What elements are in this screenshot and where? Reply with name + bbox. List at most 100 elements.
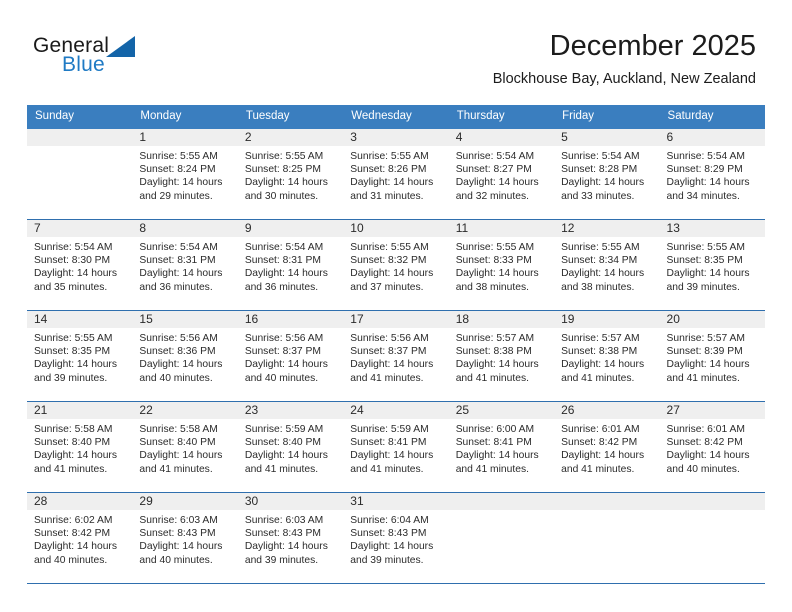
calendar-day-cell[interactable]: 29 Sunrise: 6:03 AM Sunset: 8:43 PM Dayligh… xyxy=(132,492,238,584)
day-number: 13 xyxy=(659,220,765,237)
calendar-day-cell[interactable]: 5 Sunrise: 5:54 AM Sunset: 8:28 PM Daylight… xyxy=(554,129,660,220)
sunset-text: Sunset: 8:32 PM xyxy=(350,255,427,267)
calendar-day-cell[interactable]: 20 Sunrise: 5:57 AM Sunset: 8:39 PM Dayligh… xyxy=(659,310,765,402)
calendar-day-cell[interactable]: 25 Sunrise: 6:00 AM Sunset: 8:41 PM Dayligh… xyxy=(448,401,555,493)
daylight-text: Daylight: 14 hours and 35 minutes. xyxy=(34,268,117,293)
day-details: Sunrise: 5:57 AM Sunset: 8:39 PM Daylight:… xyxy=(660,328,765,385)
sunset-text: Sunset: 8:34 PM xyxy=(561,255,638,267)
calendar-day-cell[interactable]: 8 Sunrise: 5:54 AM Sunset: 8:31 PM Daylight… xyxy=(132,219,238,311)
calendar-day-cell[interactable]: 2 Sunrise: 5:55 AM Sunset: 8:25 PM Daylight… xyxy=(237,129,344,220)
calendar-day-cell[interactable]: 9 Sunrise: 5:54 AM Sunset: 8:31 PM Daylight… xyxy=(237,219,344,311)
calendar-day-cell[interactable]: 28 Sunrise: 6:02 AM Sunset: 8:42 PM Dayligh… xyxy=(27,492,133,584)
day-details: Sunrise: 5:55 AM Sunset: 8:33 PM Daylight:… xyxy=(449,237,554,294)
calendar-day-cell[interactable]: 13 Sunrise: 5:55 AM Sunset: 8:35 PM Dayligh… xyxy=(659,219,765,311)
daylight-text: Daylight: 14 hours and 41 minutes. xyxy=(350,450,434,475)
day-number: 30 xyxy=(237,493,344,510)
sunset-text: Sunset: 8:36 PM xyxy=(139,346,216,358)
sunrise-text: Sunrise: 5:54 AM xyxy=(455,151,535,162)
calendar-day-cell[interactable]: 18 Sunrise: 5:57 AM Sunset: 8:38 PM Dayligh… xyxy=(448,310,555,402)
calendar-day-cell[interactable]: 19 Sunrise: 5:57 AM Sunset: 8:38 PM Dayligh… xyxy=(554,310,660,402)
day-number: 26 xyxy=(554,402,660,419)
calendar-day-cell[interactable]: 14 Sunrise: 5:55 AM Sunset: 8:35 PM Dayligh… xyxy=(27,310,133,402)
day-cell-inner: 14 Sunrise: 5:55 AM Sunset: 8:35 PM Dayligh… xyxy=(27,311,133,399)
day-number: 31 xyxy=(343,493,449,510)
daylight-text: Daylight: 14 hours and 41 minutes. xyxy=(666,359,750,384)
day-details: Sunrise: 6:00 AM Sunset: 8:41 PM Daylight:… xyxy=(449,419,554,476)
daylight-text: Daylight: 14 hours and 40 minutes. xyxy=(244,359,328,384)
daylight-text: Daylight: 14 hours and 40 minutes. xyxy=(139,359,223,384)
daylight-text: Daylight: 14 hours and 34 minutes. xyxy=(666,177,750,202)
calendar-day-cell[interactable]: 23 Sunrise: 5:59 AM Sunset: 8:40 PM Dayligh… xyxy=(237,401,344,493)
day-cell-inner: 25 Sunrise: 6:00 AM Sunset: 8:41 PM Dayligh… xyxy=(448,402,555,490)
calendar-day-cell[interactable]: 4 Sunrise: 5:54 AM Sunset: 8:27 PM Daylight… xyxy=(448,129,555,220)
sunrise-text: Sunrise: 6:03 AM xyxy=(244,515,324,526)
sunrise-text: Sunrise: 5:55 AM xyxy=(34,333,113,344)
sunrise-text: Sunrise: 5:55 AM xyxy=(666,242,745,253)
calendar-day-cell[interactable]: 11 Sunrise: 5:55 AM Sunset: 8:33 PM Dayligh… xyxy=(448,219,555,311)
daylight-text: Daylight: 14 hours and 41 minutes. xyxy=(561,450,645,475)
day-cell-inner: 9 Sunrise: 5:54 AM Sunset: 8:31 PM Daylight… xyxy=(237,220,344,308)
general-blue-logo[interactable]: General Blue xyxy=(33,34,183,82)
calendar-day-cell[interactable]: 31 Sunrise: 6:04 AM Sunset: 8:43 PM Dayligh… xyxy=(343,492,449,584)
daylight-text: Daylight: 14 hours and 40 minutes. xyxy=(34,541,117,566)
day-number: 14 xyxy=(27,311,133,328)
day-number: 25 xyxy=(448,402,555,419)
calendar-day-cell[interactable]: 24 Sunrise: 5:59 AM Sunset: 8:41 PM Dayligh… xyxy=(343,401,449,493)
sunset-text: Sunset: 8:40 PM xyxy=(34,437,111,449)
location-subtitle: Blockhouse Bay, Auckland, New Zealand xyxy=(492,71,756,87)
day-cell-inner: 18 Sunrise: 5:57 AM Sunset: 8:38 PM Dayligh… xyxy=(448,311,555,399)
day-details: Sunrise: 6:04 AM Sunset: 8:43 PM Daylight:… xyxy=(343,510,448,567)
daylight-text: Daylight: 14 hours and 41 minutes. xyxy=(350,359,434,384)
day-details: Sunrise: 5:55 AM Sunset: 8:35 PM Daylight:… xyxy=(27,328,132,385)
day-details: Sunrise: 5:57 AM Sunset: 8:38 PM Daylight:… xyxy=(554,328,659,385)
sunset-text: Sunset: 8:31 PM xyxy=(244,255,321,267)
day-cell-inner: 3 Sunrise: 5:55 AM Sunset: 8:26 PM Daylight… xyxy=(343,129,449,217)
daylight-text: Daylight: 14 hours and 41 minutes. xyxy=(244,450,328,475)
day-cell-inner: 23 Sunrise: 5:59 AM Sunset: 8:40 PM Dayligh… xyxy=(237,402,344,490)
daylight-text: Daylight: 14 hours and 31 minutes. xyxy=(350,177,434,202)
sunset-text: Sunset: 8:35 PM xyxy=(34,346,111,358)
calendar-day-cell[interactable]: 30 Sunrise: 6:03 AM Sunset: 8:43 PM Dayligh… xyxy=(237,492,344,584)
logo-text-blue: Blue xyxy=(62,53,105,76)
daylight-text: Daylight: 14 hours and 39 minutes. xyxy=(350,541,434,566)
daylight-text: Daylight: 14 hours and 41 minutes. xyxy=(561,359,645,384)
calendar-day-cell[interactable]: 3 Sunrise: 5:55 AM Sunset: 8:26 PM Daylight… xyxy=(343,129,449,220)
sunset-text: Sunset: 8:41 PM xyxy=(350,437,427,449)
calendar-day-cell[interactable]: 7 Sunrise: 5:54 AM Sunset: 8:30 PM Daylight… xyxy=(27,219,133,311)
sunset-text: Sunset: 8:37 PM xyxy=(350,346,427,358)
day-details: Sunrise: 5:58 AM Sunset: 8:40 PM Daylight:… xyxy=(132,419,237,476)
day-details: Sunrise: 5:58 AM Sunset: 8:40 PM Daylight:… xyxy=(27,419,132,476)
day-details: Sunrise: 5:59 AM Sunset: 8:41 PM Daylight:… xyxy=(343,419,448,476)
calendar-day-cell[interactable]: 21 Sunrise: 5:58 AM Sunset: 8:40 PM Dayligh… xyxy=(27,401,133,493)
calendar-day-cell[interactable]: 12 Sunrise: 5:55 AM Sunset: 8:34 PM Dayligh… xyxy=(554,219,660,311)
day-number: 28 xyxy=(27,493,133,510)
calendar-day-cell[interactable]: 1 Sunrise: 5:55 AM Sunset: 8:24 PM Daylight… xyxy=(132,129,238,220)
sunset-text: Sunset: 8:35 PM xyxy=(666,255,743,267)
day-number: 20 xyxy=(659,311,765,328)
sunset-text: Sunset: 8:38 PM xyxy=(455,346,532,358)
daylight-text: Daylight: 14 hours and 32 minutes. xyxy=(455,177,539,202)
sunset-text: Sunset: 8:42 PM xyxy=(34,528,111,540)
calendar-day-cell[interactable]: 27 Sunrise: 6:01 AM Sunset: 8:42 PM Dayligh… xyxy=(659,401,765,493)
calendar-day-cell[interactable]: 26 Sunrise: 6:01 AM Sunset: 8:42 PM Dayligh… xyxy=(554,401,660,493)
day-cell-inner xyxy=(554,493,660,581)
day-cell-inner: 7 Sunrise: 5:54 AM Sunset: 8:30 PM Daylight… xyxy=(27,220,133,308)
sunset-text: Sunset: 8:39 PM xyxy=(666,346,743,358)
day-number: 3 xyxy=(343,129,449,146)
day-number xyxy=(659,493,765,510)
day-cell-inner xyxy=(27,129,133,217)
daylight-text: Daylight: 14 hours and 41 minutes. xyxy=(34,450,117,475)
calendar-day-cell[interactable]: 17 Sunrise: 5:56 AM Sunset: 8:37 PM Dayligh… xyxy=(343,310,449,402)
day-number: 11 xyxy=(448,220,555,237)
calendar-week-row: 1 Sunrise: 5:55 AM Sunset: 8:24 PM Daylight… xyxy=(27,129,765,220)
calendar-day-cell[interactable]: 22 Sunrise: 5:58 AM Sunset: 8:40 PM Dayligh… xyxy=(132,401,238,493)
sunrise-text: Sunrise: 5:55 AM xyxy=(561,242,640,253)
day-details: Sunrise: 5:56 AM Sunset: 8:37 PM Daylight:… xyxy=(343,328,448,385)
calendar-day-cell[interactable]: 10 Sunrise: 5:55 AM Sunset: 8:32 PM Dayligh… xyxy=(343,219,449,311)
day-details: Sunrise: 5:56 AM Sunset: 8:36 PM Daylight:… xyxy=(132,328,237,385)
calendar-day-cell[interactable]: 6 Sunrise: 5:54 AM Sunset: 8:29 PM Daylight… xyxy=(659,129,765,220)
sunrise-text: Sunrise: 5:54 AM xyxy=(139,242,218,253)
calendar-day-cell[interactable]: 15 Sunrise: 5:56 AM Sunset: 8:36 PM Dayligh… xyxy=(132,310,238,402)
calendar-day-cell[interactable]: 16 Sunrise: 5:56 AM Sunset: 8:37 PM Dayligh… xyxy=(237,310,344,402)
sunrise-text: Sunrise: 5:55 AM xyxy=(350,151,429,162)
